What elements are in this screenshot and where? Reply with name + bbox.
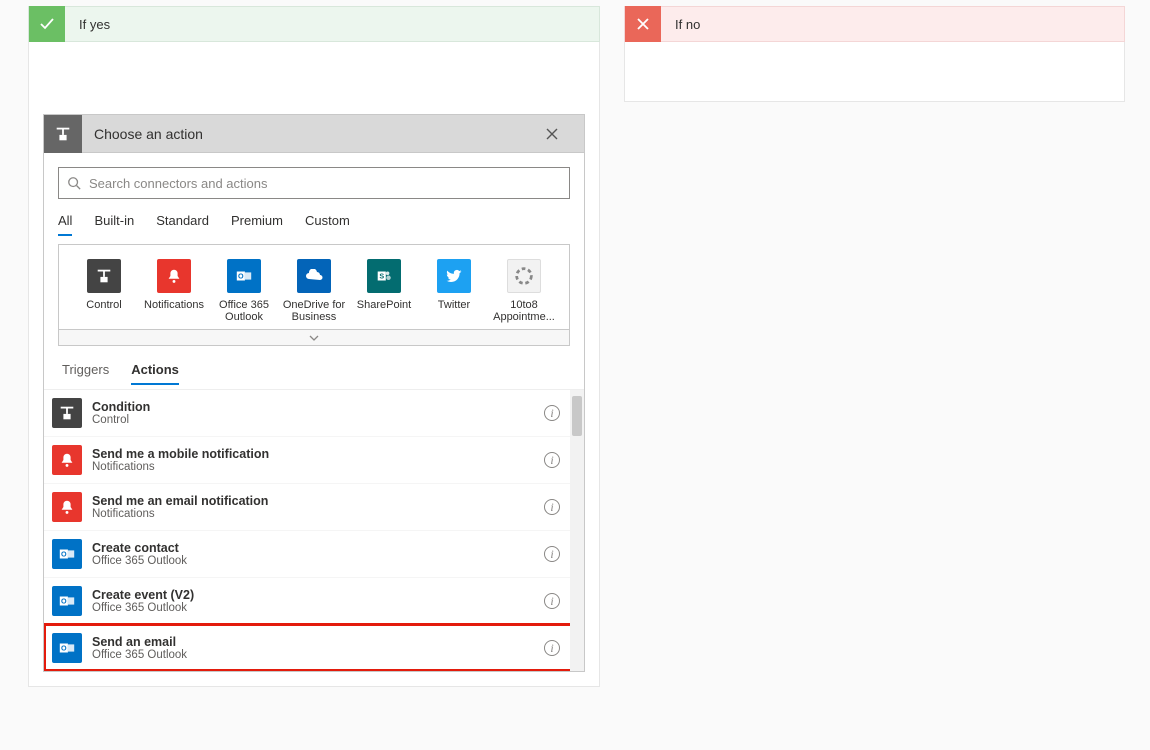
connector-tento[interactable]: 10to8 Appointme...	[489, 259, 559, 323]
control-icon	[52, 398, 82, 428]
twitter-icon	[437, 259, 471, 293]
tento-icon	[507, 259, 541, 293]
connector-label: Twitter	[419, 299, 489, 311]
search-input[interactable]	[89, 176, 561, 191]
outlook-icon: O	[52, 539, 82, 569]
tab-built-in[interactable]: Built-in	[94, 213, 134, 236]
notif-icon	[52, 445, 82, 475]
action-title: Send an email	[92, 635, 187, 649]
info-icon[interactable]: i	[544, 593, 560, 609]
action-title: Create contact	[92, 541, 187, 555]
control-icon	[44, 115, 82, 153]
close-icon	[546, 128, 558, 140]
svg-text:O: O	[61, 644, 67, 653]
if-yes-body: Choose an action All Built-in Standard Prem…	[28, 42, 600, 687]
outlook-icon: O	[52, 633, 82, 663]
search-input-wrapper[interactable]	[58, 167, 570, 199]
action-create-contact[interactable]: O Create contactOffice 365 Outlook i	[44, 530, 584, 577]
action-condition[interactable]: ConditionControl i	[44, 390, 584, 436]
tab-premium[interactable]: Premium	[231, 213, 283, 236]
if-no-branch: If no	[624, 6, 1125, 687]
sharept-icon: S	[367, 259, 401, 293]
action-title: Send me an email notification	[92, 494, 268, 508]
if-no-header[interactable]: If no	[624, 6, 1125, 42]
info-icon[interactable]: i	[544, 499, 560, 515]
action-subtitle: Office 365 Outlook	[92, 602, 194, 614]
info-icon[interactable]: i	[544, 405, 560, 421]
onedrive-icon	[297, 259, 331, 293]
subtab-actions[interactable]: Actions	[131, 362, 179, 385]
notif-icon	[157, 259, 191, 293]
action-send-an-email[interactable]: O Send an emailOffice 365 Outlook i	[44, 624, 584, 671]
connector-sharept[interactable]: S SharePoint	[349, 259, 419, 323]
action-picker-panel: Choose an action All Built-in Standard Prem…	[43, 114, 585, 672]
connector-label: Office 365 Outlook	[209, 299, 279, 323]
connectors-grid: ControlNotifications O Office 365 OutlookO…	[58, 244, 570, 330]
action-subtitle: Office 365 Outlook	[92, 555, 187, 567]
flow-canvas: If yes Choose an action	[0, 0, 1150, 687]
svg-text:O: O	[61, 597, 67, 606]
panel-header: Choose an action	[44, 115, 584, 153]
action-subtabs: Triggers Actions	[62, 362, 566, 385]
if-no-body[interactable]	[624, 42, 1125, 102]
info-icon[interactable]: i	[544, 546, 560, 562]
action-create-event-v2-[interactable]: O Create event (V2)Office 365 Outlook i	[44, 577, 584, 624]
scrollbar[interactable]	[570, 390, 584, 671]
x-icon	[625, 6, 661, 42]
connector-twitter[interactable]: Twitter	[419, 259, 489, 323]
connector-label: Notifications	[139, 299, 209, 311]
notif-icon	[52, 492, 82, 522]
connector-notif[interactable]: Notifications	[139, 259, 209, 323]
action-subtitle: Notifications	[92, 461, 269, 473]
info-icon[interactable]: i	[544, 452, 560, 468]
connector-outlook[interactable]: O Office 365 Outlook	[209, 259, 279, 323]
connector-label: Control	[69, 299, 139, 311]
svg-text:S: S	[379, 272, 384, 281]
action-subtitle: Office 365 Outlook	[92, 649, 187, 661]
action-list: ConditionControliSend me a mobile notifi…	[44, 389, 584, 671]
tab-standard[interactable]: Standard	[156, 213, 209, 236]
svg-text:O: O	[238, 272, 244, 281]
check-icon	[29, 6, 65, 42]
chevron-down-icon	[309, 335, 319, 341]
connector-label: 10to8 Appointme...	[489, 299, 559, 323]
outlook-icon: O	[52, 586, 82, 616]
if-yes-branch: If yes Choose an action	[28, 6, 600, 687]
action-title: Send me a mobile notification	[92, 447, 269, 461]
connector-onedrive[interactable]: OneDrive for Business	[279, 259, 349, 323]
action-subtitle: Notifications	[92, 508, 268, 520]
tab-all[interactable]: All	[58, 213, 72, 236]
action-send-me-an-email-notification[interactable]: Send me an email notificationNotificatio…	[44, 483, 584, 530]
connector-label: OneDrive for Business	[279, 299, 349, 323]
action-title: Create event (V2)	[92, 588, 194, 602]
control-icon	[87, 259, 121, 293]
close-button[interactable]	[546, 128, 584, 140]
panel-body: All Built-in Standard Premium Custom Control…	[44, 153, 584, 385]
info-icon[interactable]: i	[544, 640, 560, 656]
if-yes-header[interactable]: If yes	[28, 6, 600, 42]
category-tabs: All Built-in Standard Premium Custom	[58, 213, 570, 236]
if-yes-label: If yes	[65, 17, 110, 32]
panel-title: Choose an action	[82, 126, 546, 142]
connector-label: SharePoint	[349, 299, 419, 311]
action-send-me-a-mobile-notification[interactable]: Send me a mobile notificationNotificatio…	[44, 436, 584, 483]
svg-text:O: O	[61, 550, 67, 559]
action-title: Condition	[92, 400, 150, 414]
scrollbar-thumb[interactable]	[572, 396, 582, 436]
search-icon	[67, 176, 81, 190]
expand-connectors-button[interactable]	[58, 330, 570, 346]
subtab-triggers[interactable]: Triggers	[62, 362, 109, 385]
outlook-icon: O	[227, 259, 261, 293]
if-no-label: If no	[661, 17, 700, 32]
action-subtitle: Control	[92, 414, 150, 426]
connector-control[interactable]: Control	[69, 259, 139, 323]
tab-custom[interactable]: Custom	[305, 213, 350, 236]
